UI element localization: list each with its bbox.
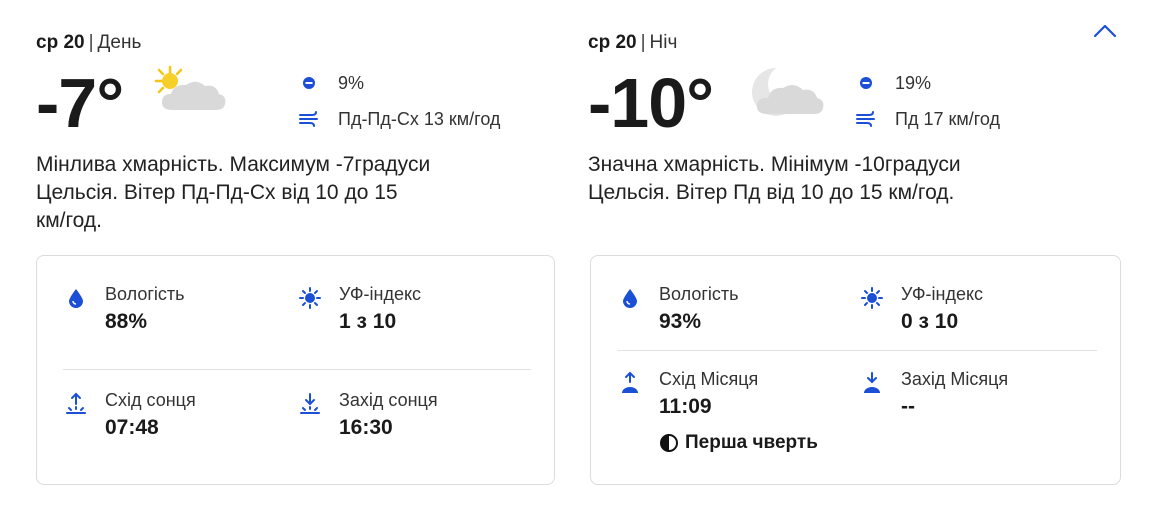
collapse-button[interactable] [1090,20,1120,42]
night-date: ср 20 [588,32,637,53]
night-precipitation: 19% [855,72,931,94]
header-separator: | [88,32,94,53]
day-part-label: День [97,32,142,53]
wind-icon [298,108,320,130]
sunrise-value: 07:48 [105,416,159,439]
day-precipitation: 9% [298,72,364,94]
night-header: ср 20 | Ніч [588,32,677,54]
day-header: ср 20 | День [36,32,141,54]
day-description-line: Мінлива хмарність. Максимум -7градуси [36,153,431,176]
moonrise-icon [619,371,641,395]
night-description: Значна хмарність. Мінімум -10градуси Цел… [588,151,1108,207]
moon-phase-label: Перша чверть [685,432,818,453]
night-wind-value: Пд 17 км/год [895,108,1001,129]
sunrise-icon [65,392,87,416]
card-divider [63,369,531,370]
moon-phase: Перша чверть [659,432,818,454]
uv-sun-icon [861,286,883,310]
moon-cloud-icon [752,64,824,116]
moonset-value: -- [901,395,915,418]
day-description-line: км/год. [36,209,102,232]
sunset-value: 16:30 [339,416,393,439]
droplet-icon [619,286,641,310]
day-precipitation-value: 9% [338,72,365,93]
sunset-label: Захід сонця [339,390,438,410]
moonset-icon [861,371,883,395]
night-description-line: Цельсія. Вітер Пд від 10 до 15 км/год. [588,181,955,204]
moonset-label: Захід Місяця [901,369,1009,389]
night-precipitation-value: 19% [895,72,932,93]
uv-label: УФ-індекс [339,284,422,304]
uv-label: УФ-індекс [901,284,984,304]
card-divider [617,350,1097,351]
uv-sun-icon [299,286,321,310]
night-description-line: Значна хмарність. Мінімум -10градуси [588,153,961,176]
day-wind-value: Пд-Пд-Сх 13 км/год [338,108,501,129]
uv-value: 0 з 10 [901,310,959,333]
day-wind: Пд-Пд-Сх 13 км/год [298,108,500,130]
wind-icon [855,108,877,130]
day-temperature: -7° [36,64,124,142]
day-description-line: Цельсія. Вітер Пд-Пд-Сх від 10 до 15 [36,181,398,204]
night-details-card: Вологість 93% УФ-індекс 0 з 10 Схід Міся… [590,255,1121,485]
chevron-up-icon [1093,24,1117,38]
precipitation-icon [298,72,320,94]
moonrise-label: Схід Місяця [659,369,759,389]
half-moon-icon [660,434,678,452]
day-date: ср 20 [36,32,85,53]
sunrise-label: Схід сонця [105,390,196,410]
humidity-label: Вологість [659,284,739,304]
sun-cloud-icon [154,65,226,110]
night-part-label: Ніч [649,32,678,53]
night-temperature: -10° [588,64,714,142]
droplet-icon [65,286,87,310]
humidity-value: 93% [659,310,702,333]
humidity-value: 88% [105,310,148,333]
humidity-label: Вологість [105,284,185,304]
header-separator: | [640,32,646,53]
night-wind: Пд 17 км/год [855,108,1000,130]
moonrise-value: 11:09 [659,395,712,418]
uv-value: 1 з 10 [339,310,397,333]
precipitation-icon [855,72,877,94]
sunset-icon [299,392,321,416]
day-description: Мінлива хмарність. Максимум -7градуси Це… [36,151,536,235]
day-details-card: Вологість 88% УФ-індекс 1 з 10 Схід сонц… [36,255,555,485]
